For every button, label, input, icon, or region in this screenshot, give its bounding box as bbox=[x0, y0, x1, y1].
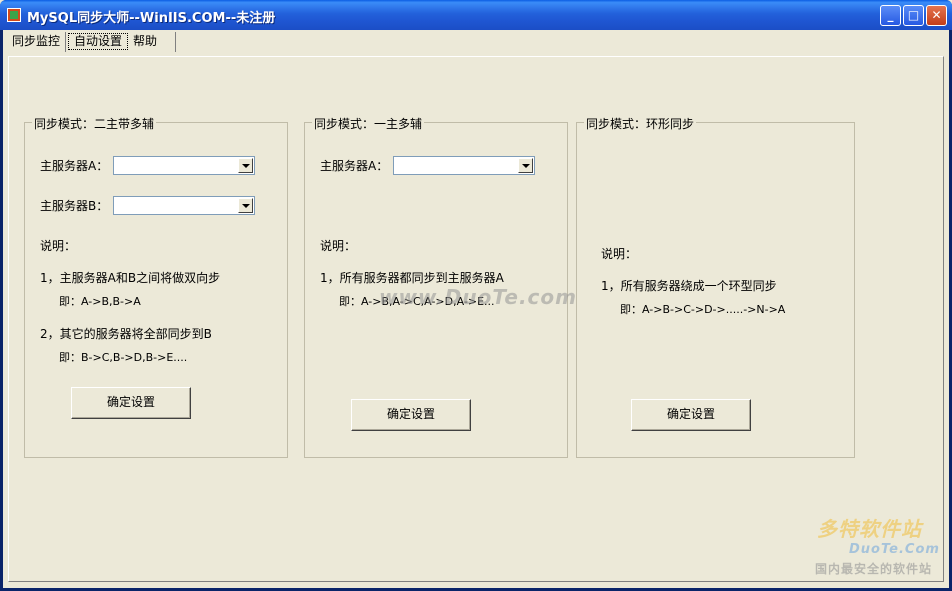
confirm-settings-button[interactable]: 确定设置 bbox=[631, 399, 751, 431]
server-a-label: 主服务器A： bbox=[320, 159, 389, 173]
chevron-down-icon[interactable] bbox=[238, 158, 253, 173]
chevron-down-icon[interactable] bbox=[518, 158, 533, 173]
description-line: 2，其它的服务器将全部同步到B bbox=[40, 327, 212, 341]
description-title: 说明： bbox=[601, 247, 638, 261]
tab-help[interactable]: 帮助 bbox=[128, 32, 176, 52]
group-dual-master: 同步模式：二主带多辅 主服务器A： 主服务器B： 说明： 1，主服务器A和B之间… bbox=[24, 115, 288, 458]
maximize-button[interactable]: □ bbox=[903, 5, 924, 26]
close-button[interactable]: ✕ bbox=[926, 5, 947, 26]
title-bar[interactable]: MySQL同步大师--WinIIS.COM--未注册 _ □ ✕ bbox=[0, 0, 952, 30]
server-b-combo[interactable] bbox=[113, 196, 255, 215]
description-title: 说明： bbox=[320, 239, 357, 253]
group-title: 同步模式：环形同步 bbox=[584, 115, 697, 132]
chevron-down-icon[interactable] bbox=[238, 198, 253, 213]
group-ring: 同步模式：环形同步 说明： 1，所有服务器绕成一个环型同步 即：A->B->C-… bbox=[576, 115, 855, 458]
client-area: 同步监控 自动设置 帮助 同步模式：二主带多辅 主服务器A： 主服务器B： 说明… bbox=[3, 30, 949, 588]
corner-watermark-brand: 多特软件站 bbox=[817, 517, 922, 541]
server-b-label: 主服务器B： bbox=[40, 199, 109, 213]
corner-watermark-slogan: 国内最安全的软件站 bbox=[815, 562, 933, 576]
tab-auto-settings[interactable]: 自动设置 bbox=[68, 33, 129, 50]
server-a-label: 主服务器A： bbox=[40, 159, 109, 173]
description-line: 1，主服务器A和B之间将做双向步 bbox=[40, 271, 221, 285]
description-line-detail: 即：A->B,B->A bbox=[59, 295, 141, 308]
corner-watermark-url: DuoTe.Com bbox=[849, 542, 940, 557]
center-watermark: www.DuoTe.com bbox=[379, 285, 577, 309]
description-line: 1，所有服务器都同步到主服务器A bbox=[320, 271, 504, 285]
settings-panel: 同步模式：二主带多辅 主服务器A： 主服务器B： 说明： 1，主服务器A和B之间… bbox=[8, 56, 944, 582]
minimize-button[interactable]: _ bbox=[880, 5, 901, 26]
window-title: MySQL同步大师--WinIIS.COM--未注册 bbox=[27, 11, 276, 26]
description-line-detail: 即：A->B->C->D->.....->N->A bbox=[620, 303, 786, 316]
description-title: 说明： bbox=[40, 239, 77, 253]
server-a-combo[interactable] bbox=[393, 156, 535, 175]
group-title: 同步模式：一主多辅 bbox=[312, 115, 425, 132]
confirm-settings-button[interactable]: 确定设置 bbox=[351, 399, 471, 431]
app-window: MySQL同步大师--WinIIS.COM--未注册 _ □ ✕ 同步监控 自动… bbox=[0, 0, 952, 591]
group-title: 同步模式：二主带多辅 bbox=[32, 115, 157, 132]
tab-sync-monitor[interactable]: 同步监控 bbox=[7, 32, 67, 52]
confirm-settings-button[interactable]: 确定设置 bbox=[71, 387, 191, 419]
app-icon bbox=[7, 8, 21, 22]
description-line-detail: 即：B->C,B->D,B->E.... bbox=[59, 351, 188, 364]
server-a-combo[interactable] bbox=[113, 156, 255, 175]
description-line: 1，所有服务器绕成一个环型同步 bbox=[601, 279, 777, 293]
